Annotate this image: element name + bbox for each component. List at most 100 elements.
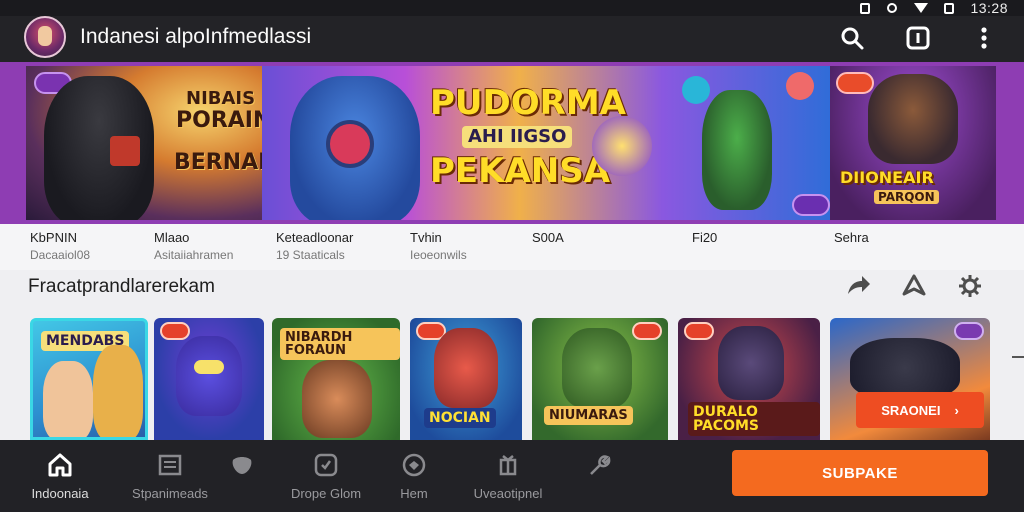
globe-icon bbox=[402, 453, 426, 477]
nav-item-gift[interactable]: Uveaotipnel bbox=[466, 452, 550, 501]
nav-item-news[interactable]: Stpanimeads bbox=[130, 452, 210, 501]
home-icon bbox=[48, 453, 72, 477]
hero-text: PARQON bbox=[874, 190, 939, 204]
status-bar: 13:28 bbox=[0, 0, 1024, 16]
share-icon[interactable] bbox=[844, 272, 872, 300]
game-card[interactable]: DURALO PACOMS bbox=[678, 318, 820, 440]
nav-label: Drope Glom bbox=[290, 486, 362, 501]
game-card-title: NOCIAN bbox=[424, 408, 496, 428]
hero-text: AHI IIGSO bbox=[462, 126, 573, 148]
hero-robot-face bbox=[326, 120, 374, 168]
hero-elf bbox=[702, 90, 772, 210]
settings-icon[interactable] bbox=[956, 272, 984, 300]
category-label: Mlaao bbox=[154, 230, 190, 245]
notification-icon bbox=[860, 2, 871, 14]
hero-bubble bbox=[682, 76, 710, 104]
category-label: Fi20 bbox=[692, 230, 718, 245]
game-card-badge bbox=[954, 322, 984, 340]
subscribe-button[interactable]: SUBPAKE bbox=[732, 450, 988, 496]
nav-item-globe[interactable]: Hem bbox=[394, 452, 434, 501]
category-item[interactable]: Keteadloonar 19 Staaticals bbox=[276, 230, 353, 262]
hero-text: BERNAISI bbox=[174, 150, 276, 175]
hero-text: PUDORMA bbox=[430, 83, 626, 123]
hero-text: NIBAIS bbox=[186, 88, 256, 109]
category-item[interactable]: Mlaao Asitaiiahramen bbox=[154, 230, 233, 262]
game-character-eyes bbox=[194, 360, 224, 374]
category-item[interactable]: Sehra bbox=[834, 230, 869, 248]
game-character bbox=[176, 336, 242, 416]
game-card-title: NIBARDH FORAUN bbox=[280, 328, 400, 360]
gift-icon bbox=[499, 455, 517, 476]
hero-text: PEKANSA bbox=[430, 151, 611, 191]
hero-banner[interactable]: NIBAIS PORAIN BERNAISI PUDORMA AHI IIGSO… bbox=[0, 62, 1024, 224]
game-character bbox=[302, 360, 372, 438]
hero-bubble bbox=[786, 72, 814, 100]
game-card-badge bbox=[632, 322, 662, 340]
nav-item-home[interactable]: Indoonaia bbox=[28, 452, 92, 501]
settings-icon bbox=[887, 3, 898, 13]
game-card[interactable]: NOCIAN bbox=[410, 318, 522, 440]
nav-label: Hem bbox=[400, 486, 428, 501]
clock-icon bbox=[314, 453, 338, 477]
game-card[interactable]: NIUMARAS bbox=[532, 318, 668, 440]
game-character bbox=[562, 328, 632, 408]
hero-orb bbox=[592, 116, 652, 176]
nav-item-clock[interactable]: Drope Glom bbox=[284, 452, 368, 501]
wrench-icon bbox=[590, 455, 611, 475]
hero-warrior bbox=[868, 74, 958, 164]
send-icon[interactable] bbox=[900, 272, 928, 300]
search-icon[interactable] bbox=[838, 24, 866, 52]
nav-item-play[interactable] bbox=[222, 452, 262, 478]
game-character bbox=[850, 338, 960, 398]
hero-panel-2[interactable]: PUDORMA AHI IIGSO PEKANSA bbox=[262, 66, 834, 220]
category-item[interactable]: S00A bbox=[532, 230, 564, 248]
hero-panel-1[interactable]: NIBAIS PORAIN BERNAISI bbox=[26, 66, 276, 220]
game-card-badge bbox=[160, 322, 190, 340]
nav-label: Uveaotipnel bbox=[473, 486, 543, 501]
nav-item-tools[interactable] bbox=[584, 452, 614, 478]
category-sub: 19 Staaticals bbox=[276, 248, 345, 262]
category-item[interactable]: Tvhin Ieoeonwils bbox=[410, 230, 467, 262]
tab-switcher-icon[interactable] bbox=[904, 24, 932, 52]
game-card[interactable]: MENDABS bbox=[30, 318, 148, 440]
play-icon bbox=[232, 457, 252, 474]
category-sub: Ieoeonwils bbox=[410, 248, 467, 262]
app-title: Indanesi alpoInfmedlassi bbox=[80, 25, 312, 48]
category-label: KbPNIN bbox=[30, 230, 77, 245]
chevron-right-icon: › bbox=[954, 402, 959, 418]
avatar[interactable] bbox=[24, 16, 66, 58]
hero-text: PORAIN bbox=[176, 108, 272, 133]
category-sub: Asitaiiahramen bbox=[154, 248, 234, 262]
game-card[interactable] bbox=[154, 318, 264, 440]
category-row: KbPNIN Dacaaiol08 Mlaao Asitaiiahramen K… bbox=[0, 224, 1024, 270]
play-button[interactable]: SRAONEI › bbox=[856, 392, 984, 428]
game-card-badge bbox=[684, 322, 714, 340]
nav-label: Indoonaia bbox=[31, 486, 89, 501]
hero-panel-3[interactable]: DIIONEAIR PARQON bbox=[830, 66, 996, 220]
newspaper-icon bbox=[158, 454, 182, 476]
wifi-icon bbox=[914, 3, 929, 13]
category-sub: Dacaaiol08 bbox=[30, 248, 91, 262]
more-options-icon[interactable] bbox=[970, 24, 998, 52]
status-icons: 13:28 bbox=[860, 0, 1008, 16]
category-label: Keteadloonar bbox=[276, 230, 354, 245]
category-item[interactable]: Fi20 bbox=[692, 230, 717, 248]
game-card[interactable]: NIBARDH FORAUN bbox=[272, 318, 400, 440]
game-character bbox=[43, 361, 93, 437]
game-character bbox=[718, 326, 784, 400]
play-button-label: SRAONEI bbox=[881, 402, 941, 418]
divider bbox=[1012, 356, 1024, 358]
battery-icon bbox=[944, 2, 955, 14]
game-card-title: DURALO PACOMS bbox=[688, 402, 820, 436]
app-bar: Indanesi alpoInfmedlassi bbox=[0, 16, 1024, 62]
status-time: 13:28 bbox=[970, 0, 1008, 16]
hero-tag bbox=[836, 72, 874, 94]
category-label: S00A bbox=[532, 230, 564, 245]
hero-text: DIIONEAIR bbox=[840, 168, 934, 187]
hero-emblem bbox=[110, 136, 140, 166]
game-character bbox=[93, 345, 143, 437]
category-label: Tvhin bbox=[410, 230, 442, 245]
nav-label: Stpanimeads bbox=[132, 486, 208, 501]
category-label: Sehra bbox=[834, 230, 869, 245]
category-item[interactable]: KbPNIN Dacaaiol08 bbox=[30, 230, 90, 262]
